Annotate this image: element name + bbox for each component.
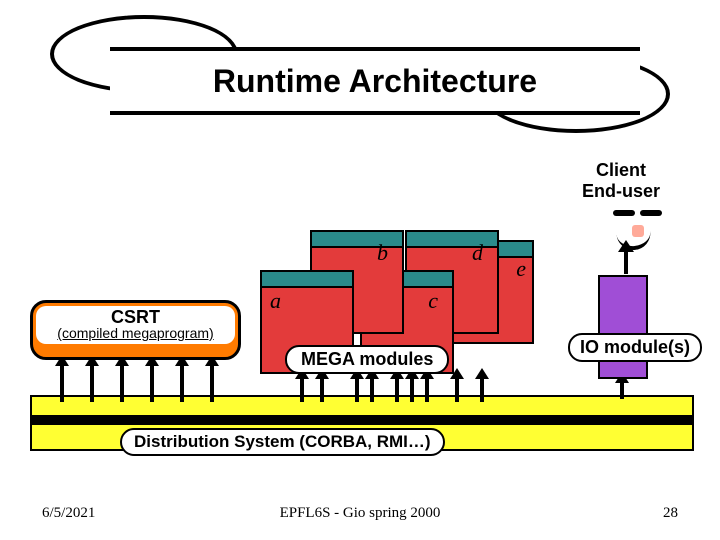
io-module-label: IO module(s)	[568, 333, 702, 362]
arrow-up-icon	[60, 365, 64, 402]
arrow-up-icon	[395, 378, 399, 402]
arrow-up-icon	[620, 382, 624, 399]
arrow-up-icon	[180, 365, 184, 402]
arrow-up-icon	[120, 365, 124, 402]
csrt-title: CSRT	[40, 308, 231, 326]
arrow-up-icon	[90, 365, 94, 402]
arrow-up-icon	[150, 365, 154, 402]
mega-modules-label: MEGA modules	[285, 345, 449, 374]
arrow-up-icon	[300, 378, 304, 402]
title-banner: Runtime Architecture	[50, 15, 670, 145]
arrow-up-icon	[425, 378, 429, 402]
arrow-up-icon	[210, 365, 214, 402]
csrt-subtitle: (compiled megaprogram)	[40, 326, 231, 340]
distribution-label: Distribution System (CORBA, RMI…)	[120, 428, 445, 456]
arrow-up-icon	[480, 378, 484, 402]
arrow-up-icon	[355, 378, 359, 402]
client-end-user-label: Client End-user	[582, 160, 660, 202]
arrow-up-icon	[410, 378, 414, 402]
footer-page-number: 28	[663, 505, 678, 522]
client-face-icon	[610, 205, 665, 245]
csrt-box: CSRT (compiled megaprogram)	[30, 300, 241, 360]
arrow-up-icon	[455, 378, 459, 402]
page-title: Runtime Architecture	[110, 47, 640, 115]
arrow-up-icon	[370, 378, 374, 402]
arrow-io-to-client-icon	[624, 250, 628, 274]
io-module-block	[598, 275, 648, 379]
footer-center: EPFL6S - Gio spring 2000	[0, 505, 720, 522]
arrow-up-icon	[320, 378, 324, 402]
